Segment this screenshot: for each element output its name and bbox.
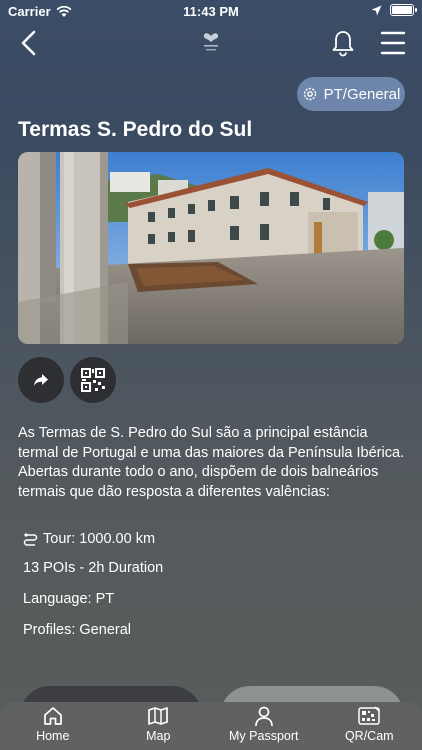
heart-logo-icon	[203, 33, 219, 51]
tab-qr-cam[interactable]: QR/Cam	[317, 702, 422, 750]
language-profile-button[interactable]: PT/General	[297, 77, 405, 111]
tab-home-label: Home	[36, 729, 70, 743]
qr-camera-icon	[358, 706, 380, 725]
back-chevron-icon[interactable]	[16, 28, 44, 58]
map-icon	[148, 707, 169, 725]
tour-label: Tour: 1000.00 km	[43, 531, 156, 547]
route-icon	[23, 532, 38, 546]
language-profile-label: PT/General	[323, 85, 401, 103]
tab-my-passport-label: My Passport	[229, 729, 299, 743]
tab-my-passport[interactable]: My Passport	[211, 702, 317, 750]
clock: 11:43 PM	[183, 4, 239, 19]
person-icon	[254, 706, 273, 727]
status-right	[371, 4, 417, 16]
language-label: Language: PT	[23, 591, 115, 607]
pois-duration: 13 POIs - 2h Duration	[23, 560, 163, 576]
tour-distance: Tour: 1000.00 km	[23, 531, 155, 547]
language-info: Language: PT	[23, 591, 114, 607]
battery-icon	[390, 4, 417, 16]
profiles-label: Profiles: General	[23, 622, 131, 638]
bell-icon[interactable]	[330, 28, 356, 58]
tab-map[interactable]: Map	[106, 702, 212, 750]
page-title: Termas S. Pedro do Sul	[18, 118, 253, 141]
tab-qr-cam-label: QR/Cam	[344, 729, 394, 743]
tab-map-label: Map	[146, 729, 171, 743]
top-navigation	[0, 26, 422, 60]
tab-bar: Home Map My Passport QR/Cam	[0, 702, 422, 750]
share-button[interactable]	[18, 357, 64, 403]
profiles-info: Profiles: General	[23, 622, 131, 638]
description-text: As Termas de S. Pedro do Sul são a princ…	[18, 425, 405, 500]
location-arrow-icon	[371, 5, 382, 15]
qr-code-button[interactable]	[70, 357, 116, 403]
qr-code-icon	[81, 368, 105, 392]
status-bar: Carrier 11:43 PM	[0, 0, 422, 22]
spa-photo	[18, 152, 404, 344]
pois-label: 13 POIs - 2h Duration	[23, 560, 164, 576]
home-icon	[43, 707, 62, 725]
hamburger-menu-icon[interactable]	[378, 30, 408, 56]
tab-home[interactable]: Home	[0, 702, 106, 750]
gear-icon	[303, 87, 316, 101]
share-arrow-icon	[34, 374, 48, 386]
